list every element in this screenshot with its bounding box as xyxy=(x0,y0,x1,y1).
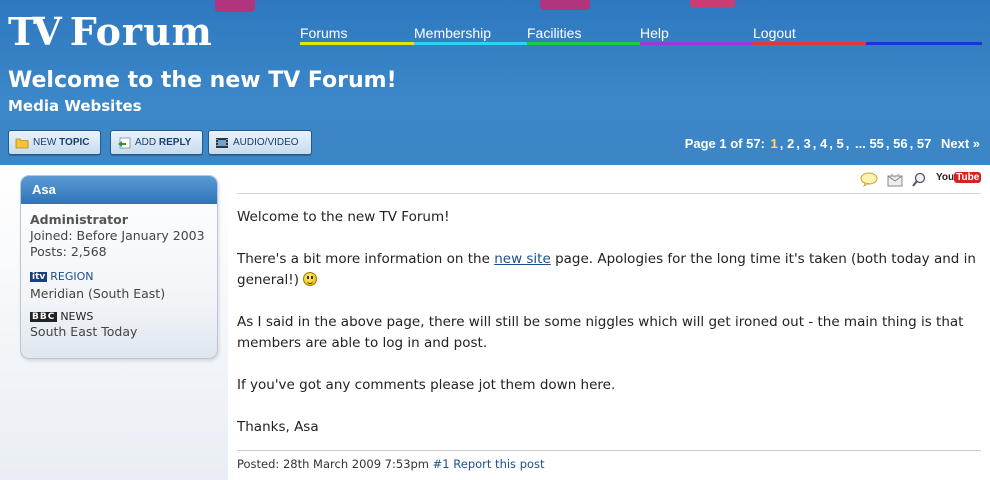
region-badge: itv REGION xyxy=(30,268,94,283)
page-subtitle: Media Websites xyxy=(8,97,142,115)
region-label: REGION xyxy=(50,270,94,283)
header-decoration xyxy=(215,0,255,12)
post-paragraph: Welcome to the new TV Forum! xyxy=(237,209,450,225)
header-decoration xyxy=(690,0,735,8)
site-logo[interactable]: TV Forum xyxy=(8,8,213,56)
nav-underline-help xyxy=(640,42,753,45)
post-actions: You Tube xyxy=(860,172,982,191)
nav-underline-membership xyxy=(414,42,527,45)
new-topic-button[interactable]: NEW TOPIC xyxy=(8,130,101,155)
post-footer: Posted: 28th March 2009 7:53pm #1 Report… xyxy=(237,457,545,471)
post-paragraph: As I said in the above page, there will … xyxy=(237,314,964,351)
new-topic-bold: TOPIC xyxy=(59,137,90,148)
page-link[interactable]: 2 xyxy=(787,136,794,151)
logo-word: Forum xyxy=(69,9,213,54)
add-reply-bold: REPLY xyxy=(158,137,192,148)
add-reply-prefix: ADD xyxy=(135,137,157,148)
film-icon xyxy=(215,137,229,149)
audio-video-button[interactable]: AUDIO/VIDEO xyxy=(208,130,312,155)
itv-logo: itv xyxy=(30,272,48,282)
page-link[interactable]: 4 xyxy=(820,136,827,151)
author-role: Administrator xyxy=(30,212,128,227)
header-decoration xyxy=(540,0,590,10)
author-name[interactable]: Asa xyxy=(21,176,217,204)
new-topic-prefix: NEW xyxy=(33,137,57,148)
post-date: Posted: 28th March 2009 7:53pm xyxy=(237,457,430,471)
add-reply-button[interactable]: ADD REPLY xyxy=(110,130,203,155)
logo-mark: TV xyxy=(8,9,62,54)
post-divider-top xyxy=(237,193,981,194)
new-site-link[interactable]: new site xyxy=(494,251,551,267)
magnifier-icon[interactable] xyxy=(912,172,926,191)
folder-icon xyxy=(15,137,29,149)
page-ellipsis: ... xyxy=(854,136,866,151)
region-value: Meridian (South East) xyxy=(30,286,166,301)
post-paragraph: There's a bit more information on the ne… xyxy=(237,251,976,288)
nav-underline-logout xyxy=(753,42,866,45)
next-page-link[interactable]: Next » xyxy=(941,136,980,151)
news-badge: BBC NEWS xyxy=(30,308,93,323)
page-link[interactable]: 3 xyxy=(804,136,811,151)
pagination-label: Page 1 of 57: xyxy=(684,136,765,151)
page-link[interactable]: 55 xyxy=(869,136,883,151)
nav-underline-extra xyxy=(866,42,982,45)
post-permalink[interactable]: #1 xyxy=(433,457,450,471)
page-link[interactable]: 5 xyxy=(836,136,843,151)
envelope-icon[interactable] xyxy=(887,172,903,191)
post-body: Welcome to the new TV Forum! There's a b… xyxy=(237,207,977,459)
post-paragraph: Thanks, Asa xyxy=(237,419,319,435)
audio-video-label: AUDIO/VIDEO xyxy=(233,137,299,148)
youtube-tube: Tube xyxy=(954,172,982,183)
nav-underline-facilities xyxy=(527,42,640,45)
smiley-icon xyxy=(303,272,318,286)
pagination: Page 1 of 57: 1, 2, 3, 4, 5, ... 55, 56,… xyxy=(684,136,980,151)
nav-underline-forums xyxy=(300,42,414,45)
post-divider-bottom xyxy=(237,450,981,451)
report-post-link[interactable]: Report this post xyxy=(453,457,544,471)
page-current: 1 xyxy=(770,136,778,151)
author-posts: Posts: 2,568 xyxy=(30,244,107,259)
author-joined: Joined: Before January 2003 xyxy=(30,228,205,243)
reply-arrow-icon xyxy=(117,137,131,149)
page-title: Welcome to the new TV Forum! xyxy=(8,68,397,93)
news-label: NEWS xyxy=(60,310,94,323)
speech-bubble-icon[interactable] xyxy=(860,172,878,191)
news-value: South East Today xyxy=(30,324,138,339)
youtube-you: You xyxy=(936,172,955,183)
author-card: Asa Administrator Joined: Before January… xyxy=(20,175,218,359)
bbc-logo: BBC xyxy=(30,312,58,322)
post-paragraph: If you've got any comments please jot th… xyxy=(237,377,616,393)
youtube-icon[interactable]: You Tube xyxy=(936,172,982,183)
page-link[interactable]: 56 xyxy=(893,136,907,151)
page-link[interactable]: 57 xyxy=(917,136,931,151)
